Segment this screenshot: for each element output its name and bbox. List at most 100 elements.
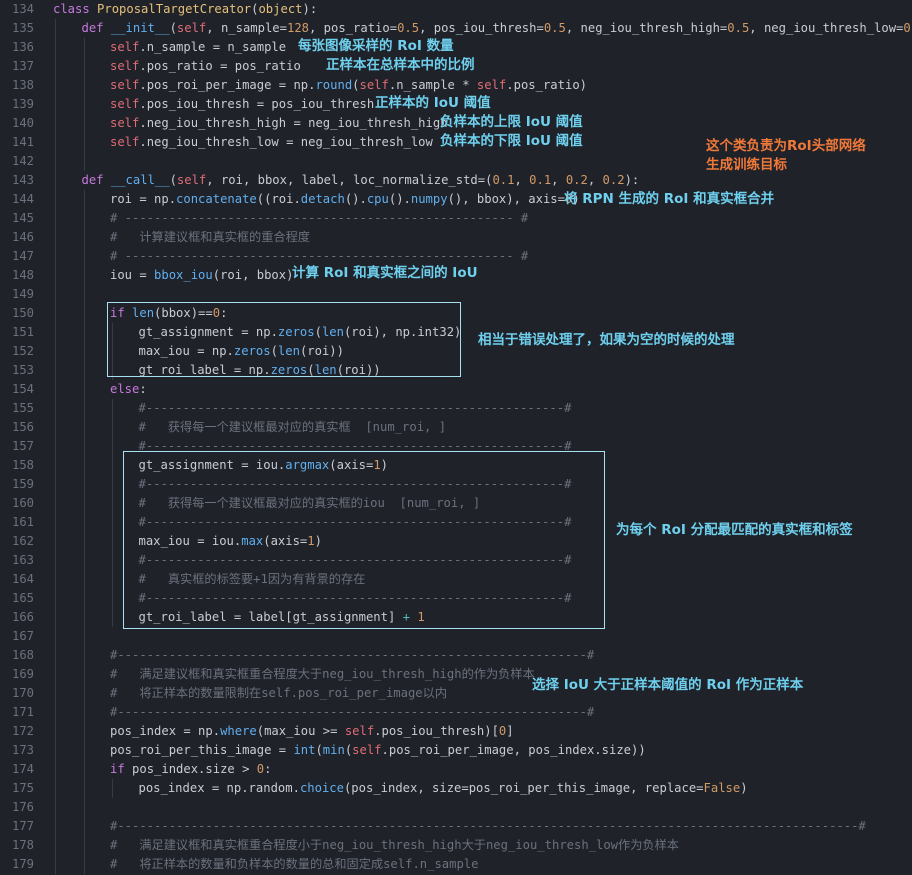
indent-guide	[55, 456, 56, 475]
code-token: cpu	[366, 192, 389, 206]
annotation-select-positive: 选择 IoU 大于正样本阈值的 RoI 作为正样本	[532, 677, 804, 693]
indent-guide	[83, 855, 85, 874]
code-token: self	[110, 97, 140, 111]
indent-guide	[83, 570, 85, 589]
code-text: self.neg_iou_thresh_low = neg_iou_thresh…	[110, 133, 433, 152]
code-token: .pos_iou_thresh)[	[374, 724, 499, 738]
code-token: round	[315, 78, 353, 92]
annotation-neg-iou-high: 负样本的上限 IoU 阈值	[440, 114, 583, 130]
indent-guide	[55, 95, 56, 114]
code-token: self	[176, 21, 207, 35]
indent-guide	[83, 285, 85, 304]
line-number: 165	[11, 591, 34, 605]
indent-guide	[83, 57, 85, 76]
code-token: ().	[344, 192, 367, 206]
indent-guide	[55, 665, 56, 684]
code-token: .pos_roi_per_image, pos_index.size))	[381, 743, 646, 757]
code-token: (	[169, 21, 177, 35]
indent-guide	[83, 418, 85, 437]
code-token: ,	[551, 173, 566, 187]
code-line: 179 # 将正样本的数量和负样本的数量的总和固定成self.n_sample	[0, 855, 912, 874]
code-token: # 获得每一个建议框最对应的真实框 [num_roi, ]	[138, 420, 447, 434]
code-line: 134 class ProposalTargetCreator(object):	[0, 0, 912, 19]
code-line: 176	[0, 798, 912, 817]
line-number: 176	[11, 800, 34, 814]
line-number: 150	[11, 306, 34, 320]
code-token: (), bbox), axis=	[447, 192, 565, 206]
code-token: # --------------------------------------…	[110, 211, 529, 225]
indent-guide	[55, 133, 56, 152]
indent-guide	[112, 589, 113, 608]
indent-guide	[55, 703, 56, 722]
indent-guide	[83, 760, 85, 779]
code-token: class	[53, 2, 98, 16]
indent-guide	[55, 475, 56, 494]
indent-guide	[83, 342, 85, 361]
code-token: (max_iou >=	[256, 724, 345, 738]
indent-guide	[55, 836, 56, 855]
line-number: 153	[11, 363, 34, 377]
code-line: 171 #------------------------------------…	[0, 703, 912, 722]
indent-guide	[55, 152, 56, 171]
line-number: 173	[11, 743, 34, 757]
code-token: ):	[624, 173, 640, 187]
code-token: , pos_ratio=	[309, 21, 398, 35]
indent-guide	[83, 247, 85, 266]
line-number: 137	[11, 59, 34, 73]
line-number: 157	[11, 439, 34, 453]
code-text: self.pos_iou_thresh = pos_iou_thresh	[110, 95, 374, 114]
indent-guide	[83, 494, 85, 513]
indent-guide	[112, 418, 113, 437]
code-token: 0.5	[727, 21, 750, 35]
indent-guide	[83, 646, 85, 665]
code-line: 144 roi = np.concatenate((roi.detach().cp…	[0, 190, 912, 209]
highlight-box-empty-case	[107, 302, 461, 377]
code-token: if	[110, 762, 133, 776]
indent-guide	[83, 76, 85, 95]
indent-guide	[55, 589, 56, 608]
code-line: 177 #------------------------------------…	[0, 817, 912, 836]
annotation-class-desc-line1: 这个类负责为RoI头部网络	[706, 138, 866, 154]
code-token: 0.1	[492, 173, 515, 187]
line-number: 146	[11, 230, 34, 244]
line-number: 171	[11, 705, 34, 719]
indent-guide	[83, 836, 85, 855]
code-token: ,	[587, 173, 603, 187]
indent-guide	[55, 38, 56, 57]
indent-guide	[83, 437, 85, 456]
annotation-concat: 将 RPN 生成的 RoI 和真实框合并	[564, 191, 775, 207]
indent-guide	[83, 152, 85, 171]
indent-guide	[112, 779, 113, 798]
code-line: 167	[0, 627, 912, 646]
code-token: 0.1	[529, 173, 552, 187]
line-number: 155	[11, 401, 34, 415]
indent-guide	[83, 95, 85, 114]
indent-guide	[112, 513, 113, 532]
indent-guide	[55, 779, 56, 798]
indent-guide	[55, 19, 56, 38]
code-text: self.neg_iou_thresh_high = neg_iou_thres…	[110, 114, 448, 133]
code-text: class ProposalTargetCreator(object):	[53, 0, 317, 19]
indent-guide	[55, 266, 56, 285]
code-line: 173 pos_roi_per_this_image = int(min(self…	[0, 741, 912, 760]
code-text: # 将正样本的数量限制在self.pos_roi_per_image以内	[110, 684, 447, 703]
code-token: self	[359, 78, 389, 92]
code-line: 174 if pos_index.size > 0:	[0, 760, 912, 779]
code-token: , n_sample=	[206, 21, 287, 35]
code-text: # 将正样本的数量和负样本的数量的总和固定成self.n_sample	[110, 855, 479, 874]
line-number: 175	[11, 781, 34, 795]
indent-guide	[55, 247, 56, 266]
indent-guide	[112, 399, 113, 418]
indent-guide	[83, 323, 85, 342]
code-text: else:	[110, 380, 147, 399]
code-token: pos_index = np.random.	[138, 781, 300, 795]
indent-guide	[55, 399, 56, 418]
code-text: pos_index = np.random.choice(pos_index, …	[139, 779, 748, 798]
line-number: 156	[11, 420, 34, 434]
code-token: ):	[302, 2, 318, 16]
line-number: 162	[11, 534, 34, 548]
code-token: roi = np.	[110, 192, 177, 206]
code-token: ,	[514, 173, 530, 187]
code-token: 0.5	[543, 21, 566, 35]
code-token: # 满足建议框和真实框重合程度小于neg_iou_thresh_high大于ne…	[110, 838, 679, 852]
